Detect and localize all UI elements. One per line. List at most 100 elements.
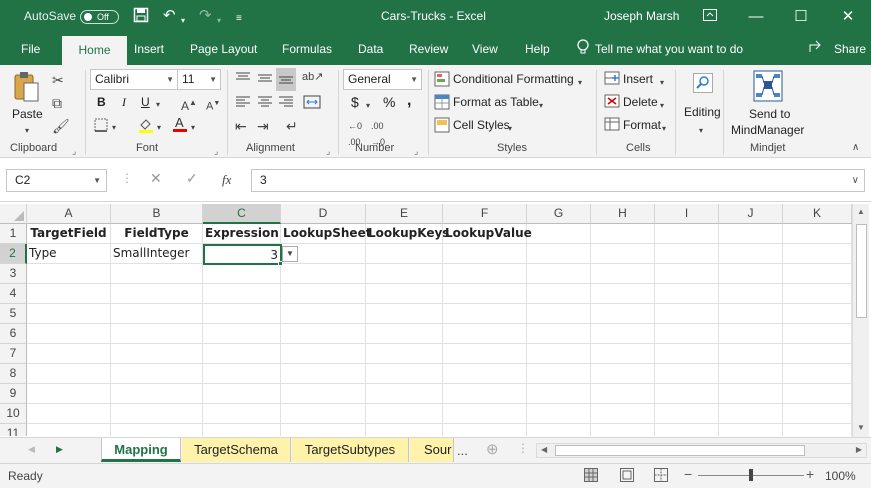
align-top-icon[interactable]: [235, 71, 251, 88]
cancel-icon[interactable]: ✕: [150, 170, 162, 187]
drag-handle-icon[interactable]: ⋮: [121, 171, 133, 185]
ribbon-display-icon[interactable]: [696, 6, 724, 28]
normal-view-icon[interactable]: [584, 468, 598, 485]
grid-cell[interactable]: [111, 284, 203, 304]
chevron-down-icon[interactable]: ▾: [578, 75, 582, 91]
insert-cells-icon[interactable]: [604, 71, 620, 88]
bold-button[interactable]: B: [97, 95, 106, 109]
chevron-down-icon[interactable]: ▾: [699, 123, 703, 139]
column-header-b[interactable]: B: [111, 204, 203, 224]
grid-cell[interactable]: [783, 404, 852, 424]
grid-cell[interactable]: [591, 264, 655, 284]
grid-cell[interactable]: [27, 424, 111, 436]
grid-cell[interactable]: [111, 264, 203, 284]
expand-formula-icon[interactable]: ∨: [852, 170, 859, 191]
grid-cell[interactable]: [366, 384, 443, 404]
orientation-icon[interactable]: ab↗: [302, 69, 323, 85]
grid-cell[interactable]: [27, 304, 111, 324]
align-right-icon[interactable]: [278, 95, 294, 112]
chevron-down-icon[interactable]: ▾: [508, 121, 512, 137]
undo-dropdown-icon[interactable]: ▾: [181, 12, 185, 30]
delete-cells-icon[interactable]: [604, 94, 620, 111]
grid-cell[interactable]: [655, 304, 719, 324]
percent-button[interactable]: %: [383, 94, 395, 110]
align-left-icon[interactable]: [235, 95, 251, 112]
customize-qat-icon[interactable]: ≡: [236, 10, 242, 28]
grid-cell[interactable]: [27, 364, 111, 384]
delete-cells-button[interactable]: Delete: [623, 95, 658, 109]
grid-cell[interactable]: [366, 304, 443, 324]
name-box[interactable]: C2 ▼: [6, 169, 107, 192]
column-header-c[interactable]: C: [203, 204, 281, 224]
grid-cell[interactable]: [443, 244, 527, 264]
formula-input[interactable]: 3 ∨: [251, 169, 865, 192]
grid-cell[interactable]: [111, 324, 203, 344]
chevron-down-icon[interactable]: ▾: [660, 75, 664, 91]
save-icon[interactable]: [133, 7, 149, 28]
cell-d1[interactable]: LookupSheet: [281, 224, 371, 244]
column-header-j[interactable]: J: [719, 204, 783, 224]
cell-a2[interactable]: Type: [27, 244, 111, 264]
borders-icon[interactable]: [94, 118, 108, 135]
tab-home[interactable]: Home: [62, 36, 127, 65]
grid-cell[interactable]: [203, 424, 281, 436]
borders-dropdown-icon[interactable]: ▾: [112, 120, 116, 136]
more-sheets-button[interactable]: ...: [457, 443, 468, 458]
grid-cell[interactable]: [111, 344, 203, 364]
grid-cell[interactable]: [203, 264, 281, 284]
grid-cell[interactable]: [443, 404, 527, 424]
merge-center-icon[interactable]: [303, 95, 321, 112]
grid-cell[interactable]: [591, 304, 655, 324]
vertical-scrollbar[interactable]: ▲ ▼: [852, 204, 869, 437]
font-launcher-icon[interactable]: ⌟: [214, 146, 218, 157]
row-header-3[interactable]: 3: [0, 264, 27, 284]
enter-icon[interactable]: ✓: [186, 170, 198, 187]
grid-cell[interactable]: [719, 424, 783, 436]
grid-cell[interactable]: [655, 324, 719, 344]
page-break-view-icon[interactable]: [654, 468, 668, 485]
scroll-right-icon[interactable]: ▶: [856, 445, 862, 454]
grid-cell[interactable]: [783, 344, 852, 364]
next-sheet-icon[interactable]: ▶: [56, 444, 63, 455]
chevron-down-icon[interactable]: ▾: [539, 98, 543, 114]
grid-cell[interactable]: [203, 364, 281, 384]
grid-cell[interactable]: [719, 264, 783, 284]
grid-cell[interactable]: [281, 384, 366, 404]
comma-button[interactable]: ,: [407, 92, 411, 110]
clipboard-launcher-icon[interactable]: ⌟: [72, 146, 76, 157]
tab-help[interactable]: Help: [525, 42, 550, 56]
grid-cell[interactable]: [719, 244, 783, 264]
redo-dropdown-icon[interactable]: ▾: [217, 12, 221, 30]
grid-cell[interactable]: [591, 244, 655, 264]
row-header-2[interactable]: 2: [0, 244, 27, 264]
grid-cell[interactable]: [527, 264, 591, 284]
grid-cell[interactable]: [719, 364, 783, 384]
tab-page-layout[interactable]: Page Layout: [190, 42, 257, 56]
grid-cell[interactable]: [527, 304, 591, 324]
column-header-h[interactable]: H: [591, 204, 655, 224]
grid-cell[interactable]: [27, 284, 111, 304]
editing-button[interactable]: Editing: [684, 105, 721, 119]
grid-cell[interactable]: [366, 244, 443, 264]
sheet-tab-targetsubtypes[interactable]: TargetSubtypes: [292, 438, 409, 462]
grid-cell[interactable]: [111, 364, 203, 384]
grid-cell[interactable]: [443, 304, 527, 324]
grid-cell[interactable]: [527, 364, 591, 384]
font-size-select[interactable]: 11 ▼: [177, 69, 221, 90]
zoom-in-icon[interactable]: +: [806, 466, 814, 482]
grid-cell[interactable]: [366, 264, 443, 284]
grid-cell[interactable]: [655, 244, 719, 264]
undo-icon[interactable]: ↶: [163, 7, 176, 25]
grid-cell[interactable]: [366, 324, 443, 344]
tab-data[interactable]: Data: [358, 42, 383, 56]
row-header-10[interactable]: 10: [0, 404, 27, 424]
underline-button[interactable]: U: [141, 95, 150, 109]
zoom-out-icon[interactable]: −: [684, 466, 692, 482]
grid-cell[interactable]: [443, 344, 527, 364]
grid-cell[interactable]: [783, 324, 852, 344]
column-header-a[interactable]: A: [27, 204, 111, 224]
minimize-icon[interactable]: —: [742, 6, 770, 28]
tab-review[interactable]: Review: [409, 42, 448, 56]
format-painter-icon[interactable]: 🖌: [52, 118, 70, 134]
grid-cell[interactable]: [366, 284, 443, 304]
